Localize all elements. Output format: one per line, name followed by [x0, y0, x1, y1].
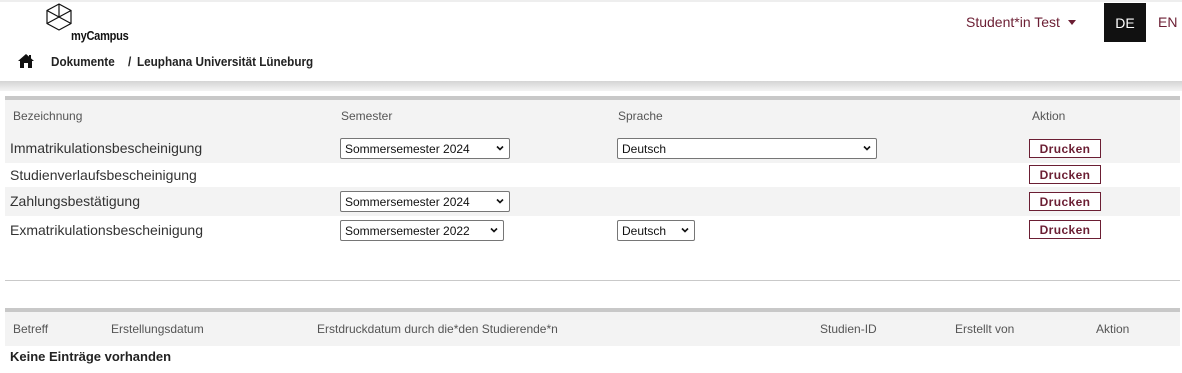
print-button[interactable]: Drucken [1029, 165, 1101, 184]
chevron-down-icon [863, 145, 871, 151]
col-erstellt-von: Erstellt von [955, 322, 1015, 336]
home-icon[interactable] [17, 53, 35, 69]
col-aktion: Aktion [1096, 322, 1130, 336]
table-row: Exmatrikulationsbescheinigung [5, 216, 1180, 244]
document-name: Exmatrikulationsbescheinigung [10, 222, 203, 238]
semester-select[interactable]: Sommersemester 2024 [340, 191, 510, 212]
user-name: Student*in Test [966, 14, 1060, 30]
document-name: Zahlungsbestätigung [10, 193, 140, 209]
table-row: Immatrikulationsbescheinigung [5, 133, 1180, 163]
col-erstellungsdatum: Erstellungsdatum [111, 322, 204, 336]
chevron-down-icon [490, 227, 498, 233]
table-row: Zahlungsbestätigung [5, 187, 1180, 216]
semester-select-input[interactable]: Sommersemester 2022 [340, 220, 504, 241]
semester-select-input[interactable]: Sommersemester 2024 [340, 138, 510, 159]
semester-select[interactable]: Sommersemester 2024 [340, 138, 510, 159]
documents-table-header: Bezeichnung Semester Sprache Aktion [5, 100, 1180, 133]
top-border [0, 0, 1182, 2]
semester-select-input[interactable]: Sommersemester 2024 [340, 191, 510, 212]
caret-down-icon [1067, 19, 1076, 25]
empty-state-message: Keine Einträge vorhanden [10, 349, 172, 364]
section-divider [5, 280, 1180, 281]
print-button[interactable]: Drucken [1029, 192, 1101, 211]
breadcrumb-dokumente[interactable]: Dokumente [51, 54, 115, 69]
user-menu[interactable]: Student*in Test [966, 14, 1076, 30]
col-betreff: Betreff [13, 322, 49, 336]
table-row: Studienverlaufsbescheinigung [5, 163, 1180, 187]
chevron-down-icon [496, 145, 504, 151]
col-erstdruckdatum: Erstdruckdatum durch die*den Studierende… [317, 322, 558, 336]
cube-logo-icon [46, 3, 72, 31]
language-de-button[interactable]: DE [1104, 3, 1146, 42]
chevron-down-icon [496, 198, 504, 204]
breadcrumb-separator: / [127, 53, 132, 69]
col-aktion: Aktion [1032, 109, 1066, 123]
app-logo[interactable]: myCampus [46, 3, 136, 43]
col-bezeichnung: Bezeichnung [13, 109, 83, 123]
col-semester: Semester [341, 109, 393, 123]
col-studien-id: Studien-ID [820, 322, 877, 336]
breadcrumb-current-page: Leuphana Universität Lüneburg [137, 53, 314, 69]
print-button[interactable]: Drucken [1029, 139, 1101, 158]
header-shadow [0, 81, 1182, 91]
document-name: Immatrikulationsbescheinigung [10, 140, 203, 156]
language-en-button[interactable]: EN [1158, 14, 1177, 30]
history-table-header: Betreff Erstellungsdatum Erstdruckdatum … [5, 312, 1180, 346]
language-select[interactable]: Deutsch [617, 138, 877, 159]
breadcrumb: Dokumente / Leuphana Universität Lünebur… [17, 53, 333, 69]
app-name: myCampus [71, 28, 129, 43]
language-select-input[interactable]: Deutsch [617, 138, 877, 159]
language-select[interactable]: Deutsch [617, 220, 695, 241]
print-button[interactable]: Drucken [1029, 220, 1101, 239]
semester-select[interactable]: Sommersemester 2022 [340, 220, 504, 241]
chevron-down-icon [681, 227, 689, 233]
col-sprache: Sprache [618, 109, 663, 123]
document-name: Studienverlaufsbescheinigung [10, 167, 197, 183]
